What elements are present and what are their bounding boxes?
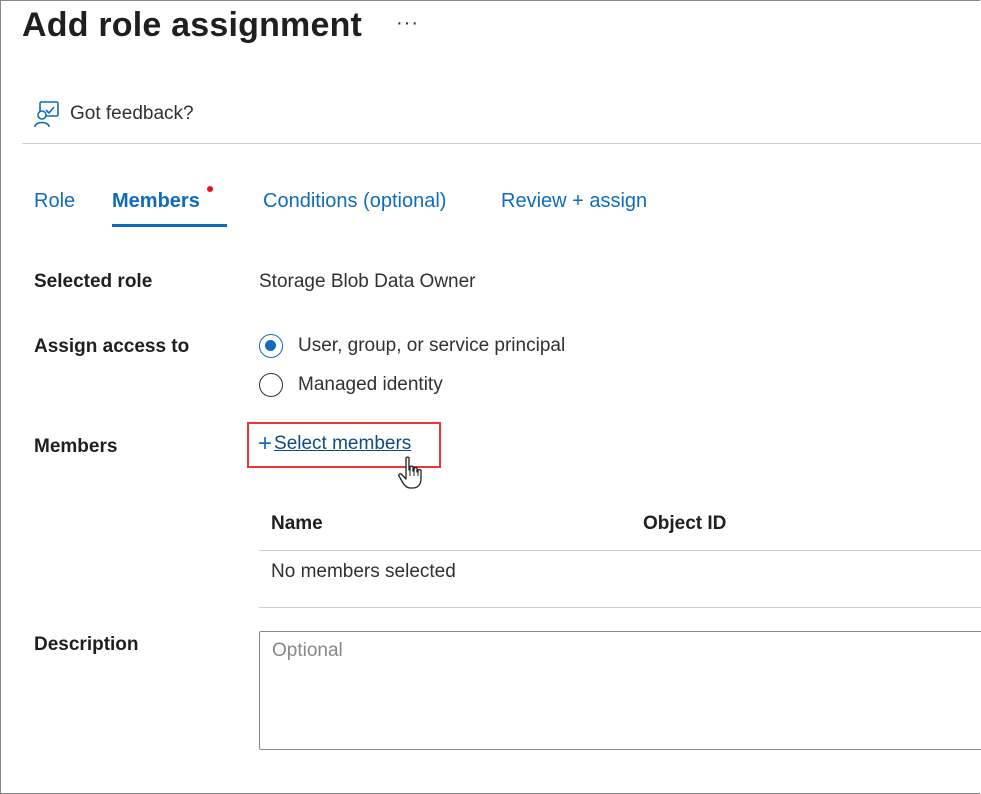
select-members-link[interactable]: + Select members — [258, 430, 412, 457]
radio-checked-icon — [259, 334, 283, 358]
tab-review-assign[interactable]: Review + assign — [501, 190, 647, 213]
tab-members[interactable]: Members — [112, 190, 200, 213]
radio-label: User, group, or service principal — [298, 335, 566, 356]
header-divider — [22, 143, 981, 144]
column-header-name[interactable]: Name — [271, 513, 323, 535]
plus-icon: + — [258, 430, 273, 457]
tab-members-indicator-dot — [207, 186, 213, 192]
feedback-button[interactable]: Got feedback? — [34, 100, 194, 128]
tab-conditions[interactable]: Conditions (optional) — [263, 190, 446, 213]
assign-access-label: Assign access to — [34, 336, 190, 357]
feedback-label: Got feedback? — [70, 103, 194, 124]
selected-role-value: Storage Blob Data Owner — [259, 271, 476, 292]
radio-unchecked-icon — [259, 373, 283, 397]
empty-members-message: No members selected — [271, 561, 456, 582]
more-options-button[interactable]: ··· — [396, 12, 419, 35]
radio-user-group-service-principal[interactable]: User, group, or service principal — [259, 334, 565, 358]
column-header-object-id[interactable]: Object ID — [643, 513, 726, 535]
radio-label: Managed identity — [298, 374, 443, 395]
feedback-person-icon — [34, 101, 59, 128]
tab-role[interactable]: Role — [34, 190, 75, 213]
active-tab-underline — [112, 224, 227, 227]
table-header-divider — [259, 550, 981, 551]
table-bottom-divider — [259, 607, 981, 608]
hand-pointer-cursor-icon — [398, 456, 422, 489]
members-label: Members — [34, 436, 118, 457]
page-title: Add role assignment — [22, 6, 363, 44]
radio-managed-identity[interactable]: Managed identity — [259, 373, 443, 397]
select-members-label: Select members — [274, 433, 412, 454]
description-label: Description — [34, 634, 139, 655]
description-textarea[interactable] — [259, 631, 981, 750]
selected-role-label: Selected role — [34, 271, 153, 292]
